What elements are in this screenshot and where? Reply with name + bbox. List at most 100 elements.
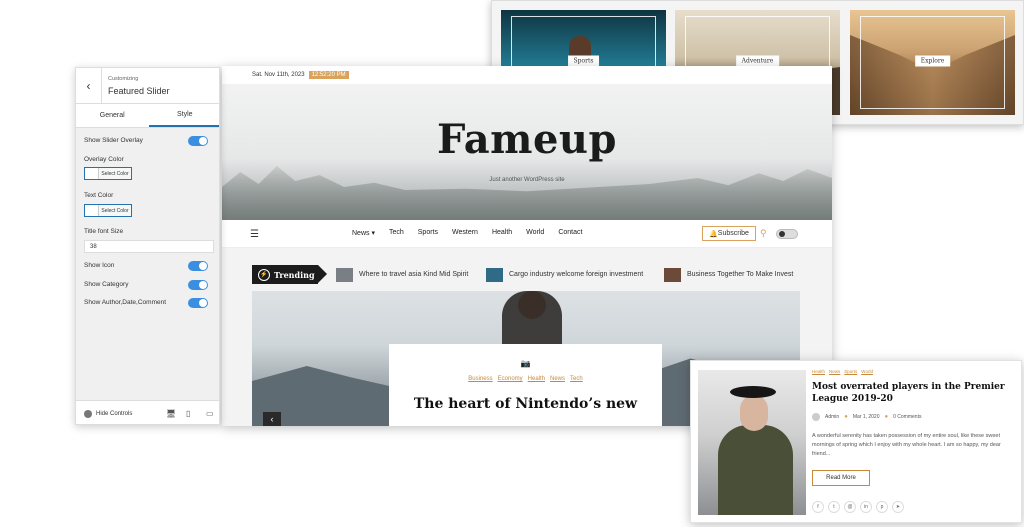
show-icon-toggle[interactable] — [188, 261, 208, 271]
main-navbar: ☰ News ▾ Tech Sports Western Health Worl… — [222, 220, 832, 248]
customizer-panel: ‹ Customizing Featured Slider General St… — [75, 67, 220, 425]
blog-categories: Health News Sports World — [812, 369, 873, 374]
comment-count[interactable]: 0 Comments — [893, 414, 921, 420]
facebook-icon[interactable]: f — [812, 501, 824, 513]
slide-card[interactable]: Explore — [850, 10, 1015, 115]
show-author-date-comment-label: Show Author,Date,Comment — [84, 299, 167, 306]
blog-post-title[interactable]: Most overrated players in the Premier Le… — [812, 381, 1012, 405]
trending-item-title[interactable]: Cargo industry welcome foreign investmen… — [509, 271, 643, 278]
hamburger-menu-icon[interactable]: ☰ — [250, 229, 259, 240]
category-link[interactable]: News — [829, 369, 840, 374]
person-head — [518, 291, 546, 319]
blog-post-meta: Admin ● Mar 1, 2020 ● 0 Comments — [812, 413, 921, 421]
read-more-button[interactable]: Read More — [812, 470, 870, 486]
category-link[interactable]: Health — [528, 376, 545, 382]
woman-coat — [718, 425, 793, 515]
category-link[interactable]: Sports — [844, 369, 857, 374]
slide-label[interactable]: Sports — [567, 55, 600, 67]
nav-menu: News ▾ Tech Sports Western Health World … — [352, 229, 582, 237]
title-font-size-label: Title font Size — [84, 228, 124, 235]
blog-post-excerpt: A wonderful serenity has taken possessio… — [812, 433, 1001, 457]
show-category-toggle[interactable] — [188, 280, 208, 290]
tab-style[interactable]: Style — [148, 104, 219, 127]
show-slider-overlay-toggle[interactable] — [188, 136, 208, 146]
select-color-label: Select Color — [99, 205, 131, 216]
trending-item[interactable]: Business Together To Make Invest — [664, 266, 793, 283]
calendar-icon: ● — [844, 414, 848, 420]
overlay-color-label: Overlay Color — [84, 156, 124, 163]
nav-item-contact[interactable]: Contact — [558, 229, 582, 237]
telegram-icon[interactable]: ➤ — [892, 501, 904, 513]
trending-item[interactable]: Where to travel asia Kind Mid Spirit — [336, 266, 468, 283]
trending-label: ⚡ Trending — [252, 265, 318, 284]
blog-post-image[interactable] — [698, 370, 806, 515]
author-name[interactable]: Admin — [825, 414, 839, 420]
trending-arrow — [318, 265, 327, 283]
slider-prev-button[interactable]: ‹ — [263, 412, 281, 426]
text-color-label: Text Color — [84, 192, 114, 199]
tab-general[interactable]: General — [76, 104, 149, 127]
social-share-icons: f t @ in p ➤ — [812, 501, 904, 513]
mobile-preview-icon[interactable]: ▭ — [206, 409, 214, 418]
woman-face — [740, 395, 768, 431]
nav-item-tech[interactable]: Tech — [389, 229, 404, 237]
show-category-label: Show Category — [84, 281, 129, 288]
category-link[interactable]: Tech — [570, 376, 583, 382]
category-link[interactable]: News — [550, 376, 565, 382]
category-link[interactable]: Health — [812, 369, 825, 374]
dark-mode-toggle[interactable] — [776, 229, 798, 239]
current-date: Sat. Nov 11th, 2023 — [252, 72, 305, 78]
trending-item-title[interactable]: Where to travel asia Kind Mid Spirit — [359, 271, 468, 278]
nav-item-world[interactable]: World — [526, 229, 544, 237]
twitter-icon[interactable]: t — [828, 501, 840, 513]
bell-icon: 🔔 — [709, 230, 718, 238]
trending-item-title[interactable]: Business Together To Make Invest — [687, 271, 793, 278]
trending-thumbnail — [336, 267, 353, 282]
overlay-color-picker[interactable]: Select Color — [84, 167, 132, 180]
featured-post-title[interactable]: The heart of Nintendo’s new — [389, 396, 662, 412]
blog-post-card: Health News Sports World Most overrated … — [690, 360, 1022, 523]
show-icon-label: Show Icon — [84, 262, 115, 269]
top-bar: Sat. Nov 11th, 2023 12:52:20 PM — [222, 66, 832, 84]
linkedin-icon[interactable]: in — [860, 501, 872, 513]
category-link[interactable]: Business — [468, 376, 492, 382]
desktop-preview-icon[interactable]: 🖥 — [166, 409, 176, 418]
nav-item-news[interactable]: News ▾ — [352, 229, 375, 237]
customizer-tabs: General Style — [76, 104, 219, 128]
chevron-left-icon: ‹ — [86, 79, 91, 93]
subscribe-label: Subscribe — [717, 230, 749, 237]
woman-hat — [730, 386, 776, 398]
customizer-subtitle: Customizing — [108, 76, 139, 82]
color-swatch — [85, 205, 99, 216]
trending-item[interactable]: Cargo industry welcome foreign investmen… — [486, 266, 643, 283]
pinterest-icon[interactable]: p — [876, 501, 888, 513]
show-author-date-comment-toggle[interactable] — [188, 298, 208, 308]
featured-categories: Business Economy Health News Tech — [389, 376, 662, 382]
current-time: 12:52:20 PM — [308, 71, 349, 79]
hide-controls-icon — [84, 410, 92, 418]
subscribe-button[interactable]: 🔔 Subscribe — [702, 226, 756, 241]
nav-item-western[interactable]: Western — [452, 229, 478, 237]
site-title[interactable]: Fameup — [222, 116, 832, 163]
category-link[interactable]: Economy — [498, 376, 523, 382]
comment-icon: ● — [884, 414, 889, 420]
nav-item-health[interactable]: Health — [492, 229, 512, 237]
search-icon[interactable]: ⚲ — [760, 228, 767, 239]
mail-icon[interactable]: @ — [844, 501, 856, 513]
color-swatch — [85, 168, 99, 179]
customizer-section-title: Featured Slider — [108, 86, 170, 96]
hide-controls-button[interactable]: Hide Controls — [84, 410, 132, 418]
slide-label[interactable]: Explore — [914, 55, 951, 67]
nav-item-sports[interactable]: Sports — [418, 229, 438, 237]
show-slider-overlay-label: Show Slider Overlay — [84, 137, 143, 144]
title-font-size-input[interactable]: 38 — [84, 240, 214, 253]
customizer-footer: Hide Controls 🖥 ▯ ▭ — [76, 400, 219, 424]
category-link[interactable]: World — [861, 369, 873, 374]
trending-thumbnail — [664, 267, 681, 282]
slide-label[interactable]: Adventure — [735, 55, 780, 67]
tablet-preview-icon[interactable]: ▯ — [186, 409, 190, 418]
site-tagline: Just another WordPress site — [489, 177, 565, 183]
text-color-picker[interactable]: Select Color — [84, 204, 132, 217]
back-button[interactable]: ‹ — [76, 68, 102, 104]
select-color-label: Select Color — [99, 168, 131, 179]
